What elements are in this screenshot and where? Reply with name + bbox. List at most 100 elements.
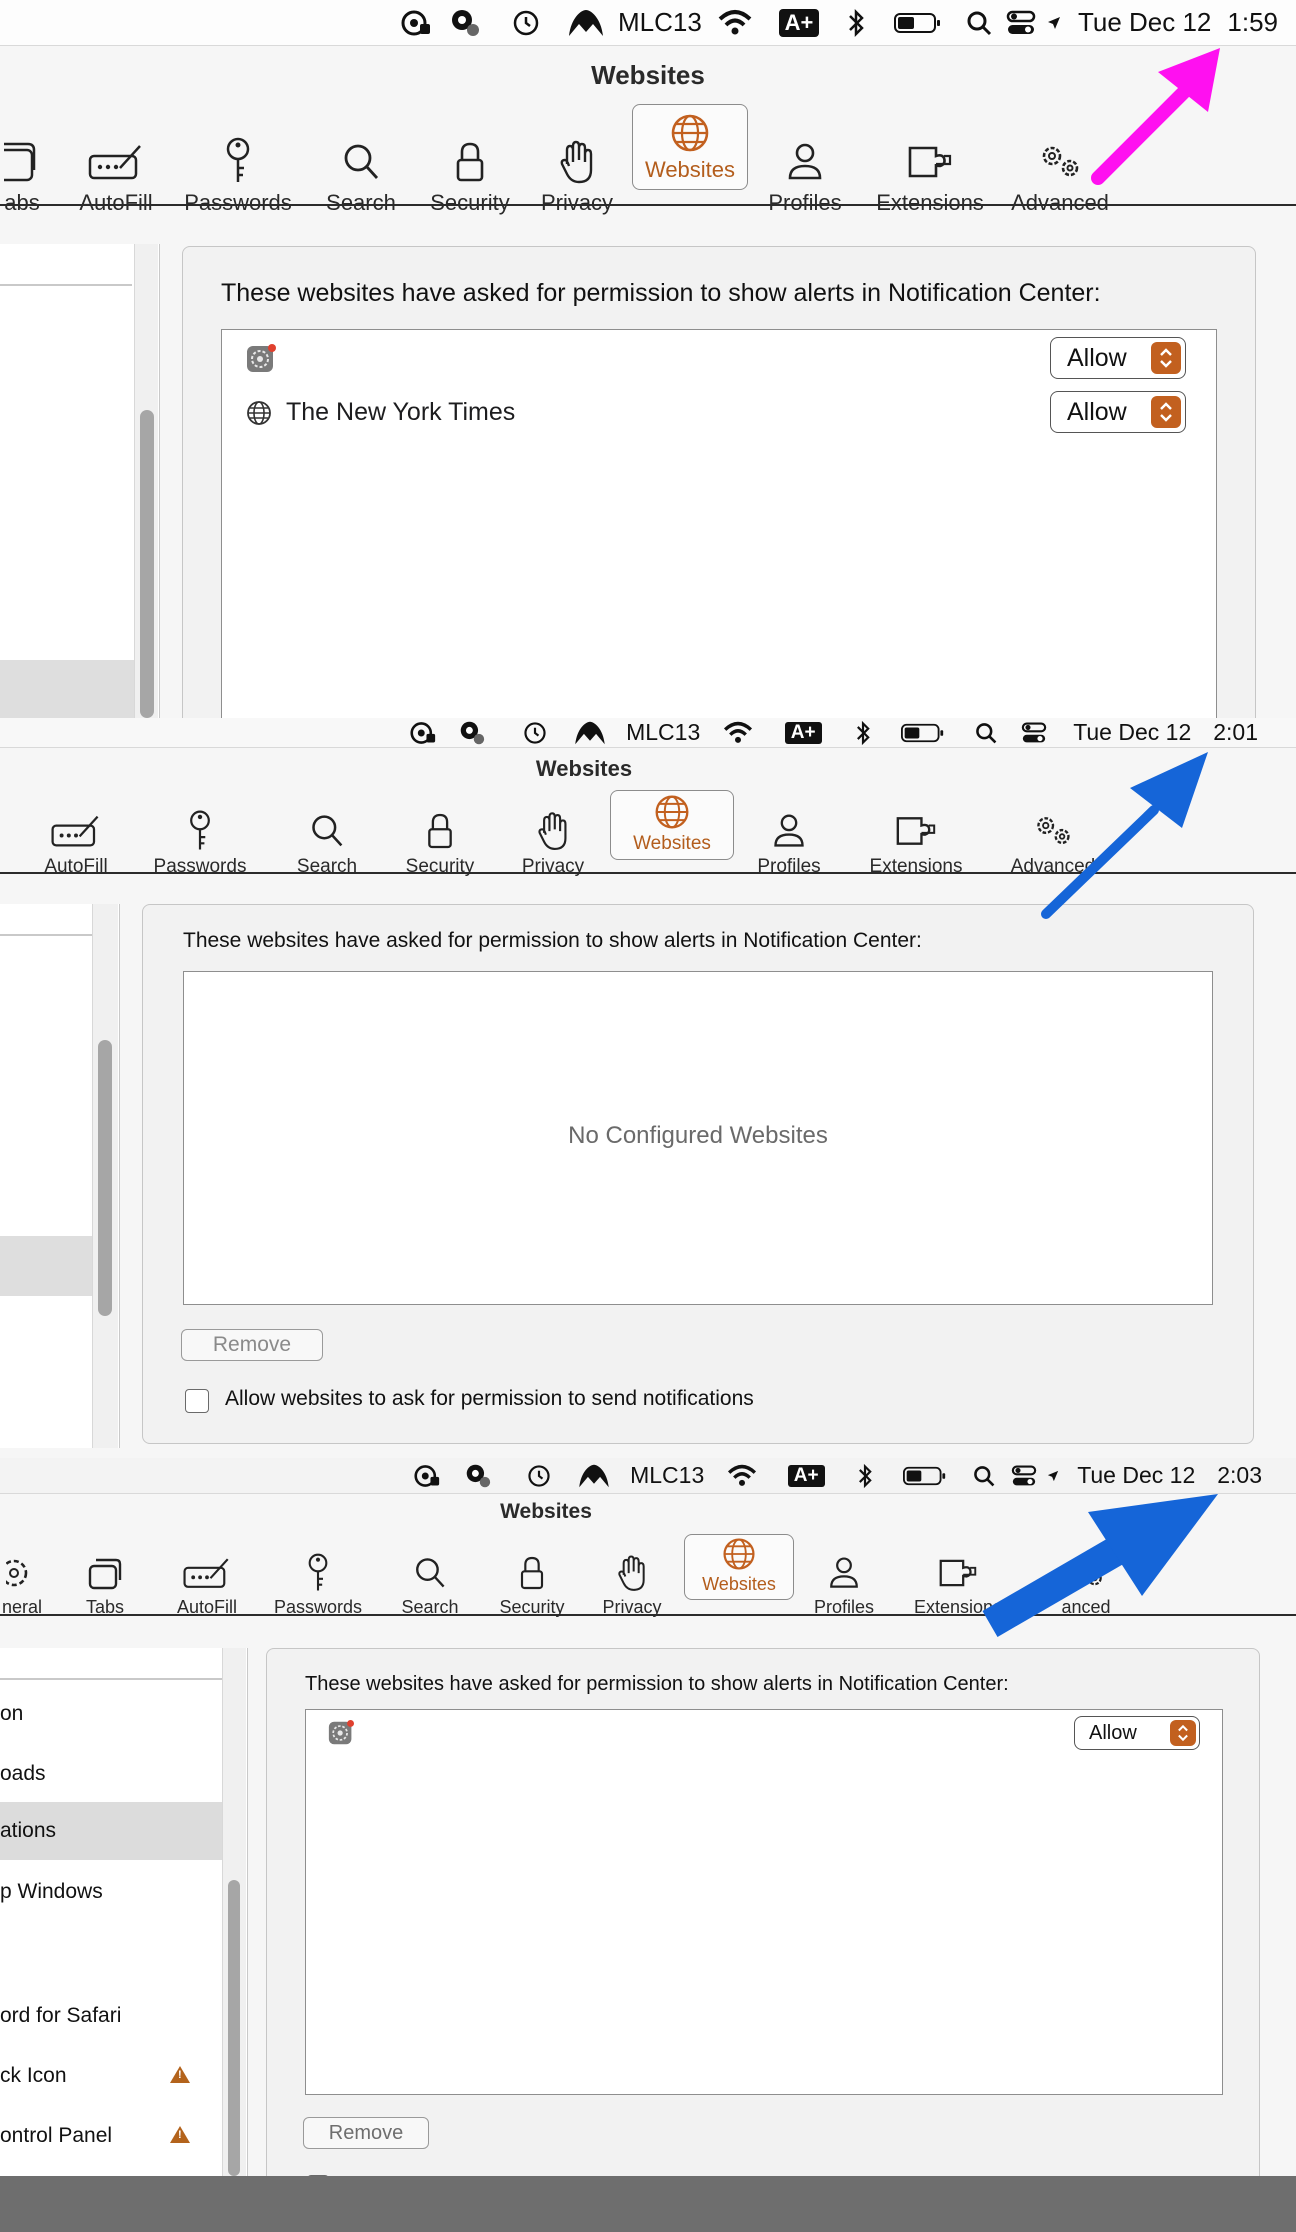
tab-passwords[interactable]: Passwords	[262, 1532, 374, 1632]
sidebar-item-selected[interactable]: ations	[0, 1802, 222, 1860]
privacy-lock-icon[interactable]	[396, 8, 436, 38]
sidebar-selected-row[interactable]	[0, 1236, 92, 1296]
bottom-gray-band	[0, 2176, 1296, 2232]
tab-privacy[interactable]: Privacy	[508, 788, 598, 894]
tab-general[interactable]: neral	[0, 1532, 44, 1632]
list-item[interactable]: Allow	[306, 1714, 1222, 1750]
sidebar-item[interactable]: ck Icon	[0, 2054, 222, 2098]
allow-notifications-checkbox[interactable]	[185, 1389, 209, 1413]
tab-profiles[interactable]: Profiles	[804, 1532, 884, 1632]
tab-advanced[interactable]: Advanced	[1006, 106, 1114, 230]
tab-extensions[interactable]: Extensions	[852, 788, 980, 894]
vpn-label[interactable]: MLC13	[614, 7, 706, 38]
permission-popup[interactable]: Allow	[1050, 391, 1186, 433]
site-name: The New York Times	[286, 397, 516, 426]
tab-advanced[interactable]: anced	[1036, 1532, 1136, 1632]
remove-button[interactable]: Remove	[303, 2117, 429, 2149]
tab-security[interactable]: Security	[392, 788, 488, 894]
battery-icon[interactable]	[887, 1465, 963, 1487]
time-machine-icon[interactable]	[503, 720, 567, 746]
vpn-label[interactable]: MLC13	[619, 1462, 715, 1489]
sidebar-scroll-thumb[interactable]	[140, 410, 154, 718]
input-source-icon[interactable]: A+	[769, 1464, 843, 1487]
remove-button[interactable]: Remove	[181, 1329, 323, 1361]
tab-label: Websites	[702, 1574, 776, 1594]
tab-security[interactable]: Security	[420, 106, 520, 230]
menubar-time[interactable]: 1:59	[1227, 7, 1278, 38]
sidebar-item[interactable]: ontrol Panel	[0, 2114, 222, 2158]
privacy-lock-icon[interactable]	[407, 1463, 447, 1489]
menubar-time[interactable]: 2:01	[1213, 719, 1258, 746]
sidebar-item[interactable]: on	[0, 1692, 222, 1736]
menubar-date[interactable]: Tue Dec 12	[1077, 1462, 1195, 1489]
menubar-date[interactable]: Tue Dec 12	[1078, 7, 1211, 38]
tab-search[interactable]: Search	[316, 106, 406, 230]
location-pin-icon[interactable]	[436, 8, 494, 38]
tab-passwords[interactable]: Passwords	[140, 788, 260, 894]
tab-websites[interactable]: Websites	[684, 1534, 794, 1600]
time-machine-icon[interactable]	[494, 8, 558, 38]
bluetooth-icon[interactable]	[843, 1463, 887, 1489]
input-source-icon[interactable]: A+	[763, 721, 843, 744]
spotlight-search-icon[interactable]	[958, 9, 1000, 37]
sidebar-scroll-thumb[interactable]	[228, 1880, 240, 2176]
wifi-icon[interactable]	[713, 721, 763, 745]
wifi-icon[interactable]	[706, 9, 764, 37]
tab-autofill[interactable]: AutoFill	[30, 788, 122, 894]
nordvpn-mountain-icon[interactable]	[569, 1463, 619, 1489]
location-pin-icon[interactable]	[447, 1463, 509, 1489]
website-list[interactable]: Allow The New York Times Allow	[221, 329, 1217, 718]
bluetooth-icon[interactable]	[843, 720, 883, 746]
sidebar-scroll-thumb[interactable]	[98, 1040, 112, 1316]
tab-tabs[interactable]: abs	[0, 106, 44, 230]
spotlight-search-icon[interactable]	[963, 721, 1009, 745]
permission-popup[interactable]: Allow	[1050, 337, 1186, 379]
battery-icon[interactable]	[878, 11, 958, 35]
tab-extensions[interactable]: Extensions	[900, 1532, 1016, 1632]
bluetooth-icon[interactable]	[834, 8, 878, 38]
tab-security[interactable]: Security	[486, 1532, 578, 1632]
input-source-label: A+	[787, 1464, 825, 1487]
tab-profiles[interactable]: Profiles	[760, 106, 850, 230]
control-center-icon[interactable]	[1000, 9, 1042, 37]
tab-extensions[interactable]: Extensions	[866, 106, 994, 230]
vpn-label[interactable]: MLC13	[613, 719, 713, 746]
chevron-updown-icon	[1151, 396, 1181, 428]
screen-1: MLC13 A+ Tue Dec 12 1:59 Websites abs Au…	[0, 0, 1296, 718]
list-item[interactable]: Allow	[222, 336, 1216, 380]
nordvpn-mountain-icon[interactable]	[558, 8, 614, 38]
control-center-icon[interactable]	[1005, 1464, 1043, 1488]
sidebar-selected-row[interactable]	[0, 660, 134, 718]
tab-profiles[interactable]: Profiles	[744, 788, 834, 894]
tab-privacy[interactable]: Privacy	[592, 1532, 672, 1632]
privacy-lock-icon[interactable]	[405, 720, 441, 746]
website-list[interactable]: Allow	[305, 1709, 1223, 2095]
website-list[interactable]: No Configured Websites	[183, 971, 1213, 1305]
tab-websites[interactable]: Websites	[610, 790, 734, 860]
tab-privacy[interactable]: Privacy	[532, 106, 622, 230]
tab-websites[interactable]: Websites	[632, 104, 748, 190]
sidebar-item-label: oads	[0, 1762, 46, 1785]
location-pin-icon[interactable]	[441, 720, 503, 746]
menubar-time[interactable]: 2:03	[1217, 1462, 1262, 1489]
tab-passwords[interactable]: Passwords	[178, 106, 298, 230]
control-center-icon[interactable]	[1009, 721, 1059, 745]
sidebar-item[interactable]: ord for Safari	[0, 1994, 222, 2038]
battery-icon[interactable]	[883, 722, 963, 744]
wifi-icon[interactable]	[715, 1464, 769, 1488]
tab-autofill[interactable]: AutoFill	[162, 1532, 252, 1632]
time-machine-icon[interactable]	[509, 1463, 569, 1489]
permission-popup[interactable]: Allow	[1074, 1716, 1200, 1750]
list-item[interactable]: The New York Times Allow	[222, 390, 1216, 434]
sidebar-item[interactable]: p Windows	[0, 1870, 222, 1914]
tab-advanced[interactable]: Advanced	[994, 788, 1112, 894]
input-source-icon[interactable]: A+	[764, 8, 834, 37]
tab-autofill[interactable]: AutoFill	[68, 106, 164, 230]
sidebar-item[interactable]: oads	[0, 1752, 222, 1796]
nordvpn-mountain-icon[interactable]	[567, 720, 613, 746]
tab-search[interactable]: Search	[282, 788, 372, 894]
tab-search[interactable]: Search	[392, 1532, 468, 1632]
spotlight-search-icon[interactable]	[963, 1464, 1005, 1488]
menubar-date[interactable]: Tue Dec 12	[1073, 719, 1191, 746]
tab-tabs[interactable]: Tabs	[76, 1532, 134, 1632]
